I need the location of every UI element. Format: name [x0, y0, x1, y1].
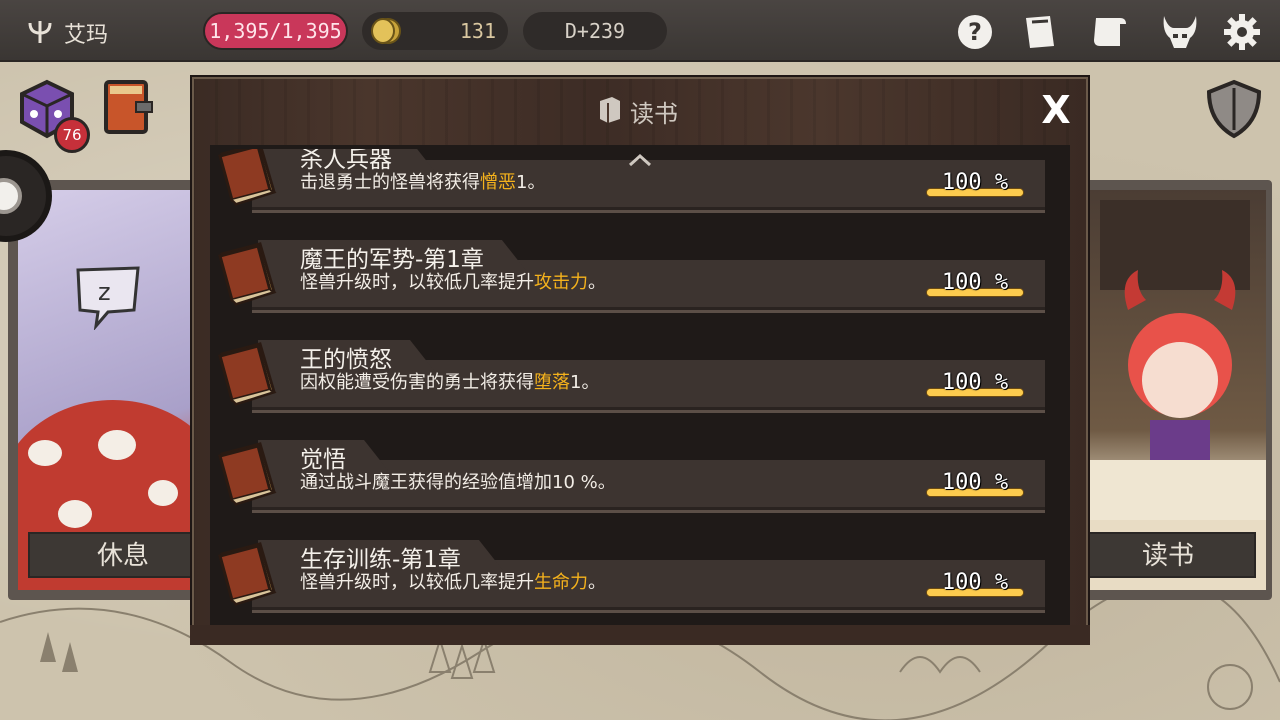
read-button[interactable]: 读书 [1080, 532, 1256, 578]
trident-icon [28, 21, 52, 43]
hp-display: 1,395/1,395 [203, 12, 348, 50]
description-suffix: 。 [588, 572, 606, 593]
description-highlight: 生命力 [534, 572, 588, 593]
svg-text:?: ? [968, 18, 982, 46]
card-icon[interactable] [1020, 12, 1060, 52]
help-icon[interactable]: ? [955, 12, 995, 52]
demon-helmet-icon[interactable] [1160, 12, 1200, 52]
book-title-icon [600, 97, 620, 123]
demon-girl-illustration [1090, 200, 1266, 520]
description-highlight: 憎恶 [480, 172, 516, 193]
description-text: 通过战斗魔王获得的经验值增加10 %。 [300, 472, 616, 493]
progress-text: 100 % [941, 370, 1009, 395]
book-entry[interactable]: 王的愤怒 因权能遭受伤害的勇士将获得堕落1。 100 % [210, 340, 1070, 440]
book-description: 因权能遭受伤害的勇士将获得堕落1。 [300, 368, 599, 394]
book-icon [218, 242, 277, 306]
close-button[interactable]: X [1036, 88, 1076, 132]
book-icon [218, 149, 277, 206]
book-entry[interactable]: 魔王的军势-第1章 怪兽升级时，以较低几率提升攻击力。 100 % [210, 240, 1070, 340]
book-icon [218, 442, 277, 506]
description-suffix: 1。 [516, 172, 546, 193]
rest-illustration: z [18, 190, 198, 590]
progress-text: 100 % [941, 470, 1009, 495]
progress-text: 100 % [941, 570, 1009, 595]
day-counter: D+239 [523, 12, 667, 50]
book-description: 击退勇士的怪兽将获得憎恶1。 [300, 168, 545, 194]
modal-title: 读书 [630, 100, 678, 128]
dice-count-badge: 76 [54, 117, 90, 153]
description-suffix: 1。 [570, 372, 600, 393]
sleep-bubble-icon: z [76, 266, 140, 330]
coin-icon [371, 18, 401, 44]
book-description: 怪兽升级时，以较低几率提升攻击力。 [300, 268, 606, 294]
reading-progress: 100 % [926, 170, 1026, 198]
description-suffix: 。 [588, 272, 606, 293]
book-icon [218, 542, 277, 606]
chevron-up-icon[interactable] [627, 152, 653, 168]
description-text: 因权能遭受伤害的勇士将获得 [300, 372, 534, 393]
gold-value: 131 [459, 19, 496, 43]
gear-icon[interactable] [1222, 12, 1262, 52]
book-entry[interactable]: 觉悟 通过战斗魔王获得的经验值增加10 %。 100 % [210, 440, 1070, 540]
book-icon [218, 342, 277, 406]
description-highlight: 攻击力 [534, 272, 588, 293]
read-illustration [1090, 190, 1266, 590]
description-highlight: 堕落 [534, 372, 570, 393]
modal-footer [190, 625, 1090, 645]
description-text: 怪兽升级时，以较低几率提升 [300, 272, 534, 293]
progress-text: 100 % [941, 270, 1009, 295]
book-description: 通过战斗魔王获得的经验值增加10 %。 [300, 468, 616, 494]
description-text: 怪兽升级时，以较低几率提升 [300, 572, 534, 593]
svg-text:z: z [98, 278, 111, 306]
shield-icon[interactable] [1203, 78, 1265, 140]
player-name: 艾玛 [64, 23, 109, 48]
reading-progress: 100 % [926, 270, 1026, 298]
description-text: 击退勇士的怪兽将获得 [300, 172, 480, 193]
book-shortcut-icon[interactable] [100, 76, 156, 138]
reading-progress: 100 % [926, 470, 1026, 498]
map-scroll-icon[interactable] [1090, 12, 1130, 52]
progress-text: 100 % [941, 170, 1009, 195]
reading-progress: 100 % [926, 570, 1026, 598]
reading-progress: 100 % [926, 370, 1026, 398]
book-description: 怪兽升级时，以较低几率提升生命力。 [300, 568, 606, 594]
